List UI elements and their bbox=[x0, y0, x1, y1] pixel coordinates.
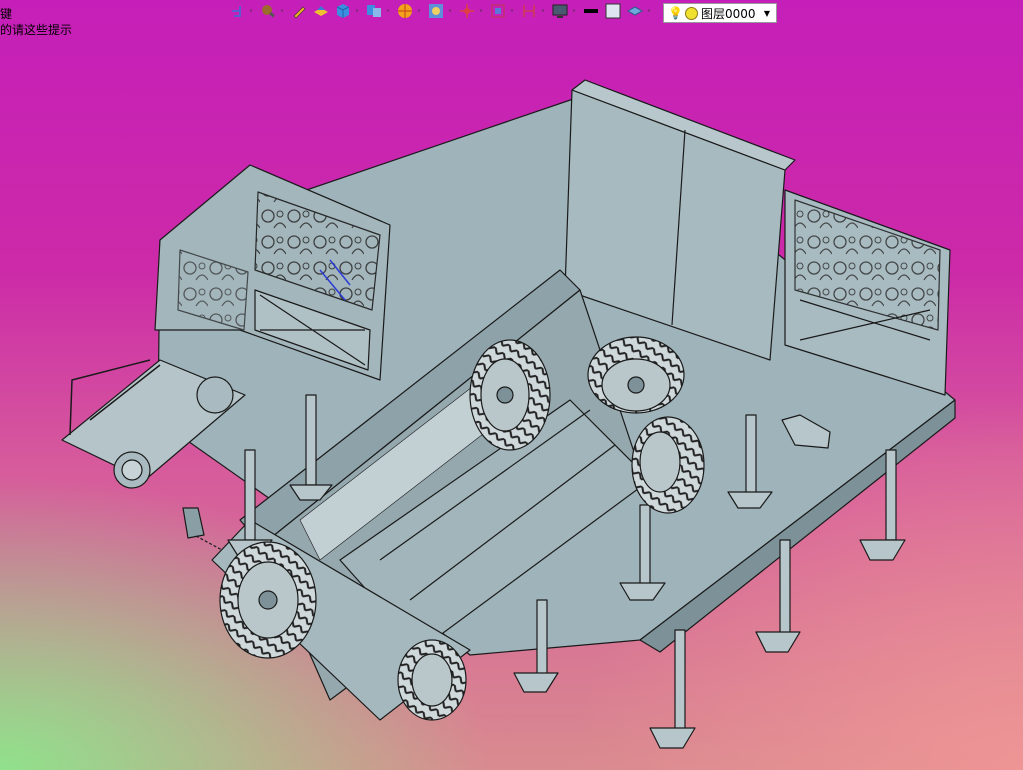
layer-stack-icon bbox=[626, 2, 644, 24]
view-orientation-button[interactable]: ˅ bbox=[228, 2, 255, 24]
dimension-button[interactable]: ˅ bbox=[520, 2, 547, 24]
chevron-down-icon[interactable]: ˅ bbox=[570, 9, 578, 18]
view-settings-icon bbox=[458, 2, 476, 24]
view-orientation-icon bbox=[228, 2, 246, 24]
display-style-cube-icon bbox=[334, 2, 352, 24]
chevron-down-icon[interactable]: ˅ bbox=[539, 9, 547, 18]
dimension-icon bbox=[520, 2, 538, 24]
hide-show-items-icon bbox=[365, 2, 383, 24]
line-color-button[interactable] bbox=[582, 2, 600, 24]
chevron-down-icon[interactable]: ˅ bbox=[477, 9, 485, 18]
section-view-icon bbox=[312, 2, 330, 24]
model-body bbox=[61, 79, 956, 749]
rotate-view-button[interactable]: ˅ bbox=[489, 2, 516, 24]
sketch-pencil-button[interactable] bbox=[290, 2, 308, 24]
layer-color-icon[interactable] bbox=[684, 6, 698, 20]
chevron-down-icon[interactable]: ˅ bbox=[645, 9, 653, 18]
chevron-down-icon[interactable]: ˅ bbox=[446, 9, 454, 18]
dropdown-arrow-icon[interactable]: ▼ bbox=[764, 9, 770, 18]
chevron-down-icon[interactable]: ˅ bbox=[508, 9, 516, 18]
zoom-fit-icon bbox=[259, 2, 277, 24]
chevron-down-icon[interactable]: ˅ bbox=[353, 9, 361, 18]
apply-scene-icon bbox=[427, 2, 445, 24]
zoom-fit-button[interactable]: ˅ bbox=[259, 2, 286, 24]
monitor-icon bbox=[551, 2, 569, 24]
line-color-icon bbox=[582, 2, 600, 24]
left-hitch-ring-2 bbox=[196, 376, 234, 414]
section-view-button[interactable] bbox=[312, 2, 330, 24]
apply-scene-button[interactable]: ˅ bbox=[427, 2, 454, 24]
fill-color-button[interactable] bbox=[604, 2, 622, 24]
chevron-down-icon[interactable]: ˅ bbox=[415, 9, 423, 18]
display-style-cube-button[interactable]: ˅ bbox=[334, 2, 361, 24]
cad-model-view[interactable] bbox=[0, 0, 1023, 770]
layer-stack-button[interactable]: ˅ bbox=[626, 2, 653, 24]
heads-up-view-toolbar: ˅ ˅ ˅ ˅ ˅ ˅ ˅ ˅ ˅ ˅ ˅ 💡 图层0000 ▼ bbox=[228, 2, 777, 24]
chevron-down-icon[interactable]: ˅ bbox=[278, 9, 286, 18]
fill-color-icon bbox=[604, 2, 622, 24]
layer-select[interactable]: 💡 图层0000 ▼ bbox=[663, 3, 777, 23]
lightbulb-icon[interactable]: 💡 bbox=[668, 6, 683, 20]
sketch-pencil-icon bbox=[290, 2, 308, 24]
hanging-device bbox=[182, 507, 205, 539]
chevron-down-icon[interactable]: ˅ bbox=[384, 9, 392, 18]
layer-name: 图层0000 bbox=[700, 6, 756, 21]
chevron-down-icon[interactable]: ˅ bbox=[247, 9, 255, 18]
edit-appearance-icon bbox=[396, 2, 414, 24]
rotate-view-icon bbox=[489, 2, 507, 24]
hide-show-items-button[interactable]: ˅ bbox=[365, 2, 392, 24]
edit-appearance-button[interactable]: ˅ bbox=[396, 2, 423, 24]
monitor-button[interactable]: ˅ bbox=[551, 2, 578, 24]
view-settings-button[interactable]: ˅ bbox=[458, 2, 485, 24]
